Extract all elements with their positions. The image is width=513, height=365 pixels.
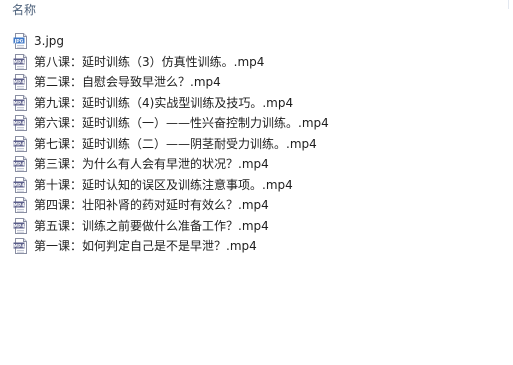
mp4-file-icon: MP4 (13, 94, 29, 111)
name-column-header[interactable]: 名称 (12, 3, 36, 18)
file-list: JPG 3.jpg MP4 第八课：延时训练（3）仿真性训练。.mp4 MP4 第二课：自… (0, 31, 513, 257)
column-header-bar: 名称 (0, 0, 513, 22)
mp4-file-icon: MP4 (13, 135, 29, 152)
file-name: 第二课：自慰会导致早泄么？.mp4 (34, 75, 221, 90)
file-row[interactable]: MP4 第四课：壮阳补肾的药对延时有效么？.mp4 (0, 195, 513, 216)
mp4-file-icon: MP4 (13, 217, 29, 234)
file-name: 第五课：训练之前要做什么准备工作？.mp4 (34, 218, 269, 233)
file-name: 3.jpg (34, 34, 65, 49)
mp4-file-icon: MP4 (13, 74, 29, 91)
file-row[interactable]: MP4 第五课：训练之前要做什么准备工作？.mp4 (0, 216, 513, 237)
mp4-file-icon: MP4 (13, 197, 29, 214)
mp4-file-icon: MP4 (13, 238, 29, 255)
svg-text:MP4: MP4 (13, 182, 24, 188)
svg-text:MP4: MP4 (13, 203, 24, 209)
file-row[interactable]: MP4 第七课：延时训练（二）——阴茎耐受力训练。.mp4 (0, 134, 513, 155)
mp4-file-icon: MP4 (13, 176, 29, 193)
file-row[interactable]: MP4 第十课：延时认知的误区及训练注意事项。.mp4 (0, 175, 513, 196)
mp4-file-icon: MP4 (13, 53, 29, 70)
svg-text:MP4: MP4 (13, 141, 24, 147)
file-name: 第八课：延时训练（3）仿真性训练。.mp4 (34, 54, 265, 69)
file-row[interactable]: MP4 第三课：为什么有人会有早泄的状况？.mp4 (0, 154, 513, 175)
svg-text:MP4: MP4 (13, 100, 24, 106)
svg-text:MP4: MP4 (13, 80, 24, 86)
file-row[interactable]: MP4 第一课：如何判定自己是不是早泄？.mp4 (0, 236, 513, 257)
svg-text:MP4: MP4 (13, 223, 24, 229)
mp4-file-icon: MP4 (13, 156, 29, 173)
file-name: 第十课：延时认知的误区及训练注意事项。.mp4 (34, 177, 293, 192)
file-name: 第四课：壮阳补肾的药对延时有效么？.mp4 (34, 198, 269, 213)
column-divider[interactable] (508, 0, 509, 9)
file-row[interactable]: MP4 第九课：延时训练（4)实战型训练及技巧。.mp4 (0, 93, 513, 114)
svg-text:MP4: MP4 (13, 59, 24, 65)
file-row[interactable]: MP4 第六课：延时训练（一）——性兴奋控制力训练。.mp4 (0, 113, 513, 134)
svg-text:MP4: MP4 (13, 162, 24, 168)
svg-text:MP4: MP4 (13, 121, 24, 127)
svg-text:JPG: JPG (14, 39, 24, 45)
file-explorer-window: 名称 JPG 3.jpg MP4 第八课：延时训练（3）仿真性训练。.mp4 MP4 第二… (0, 0, 513, 365)
file-name: 第三课：为什么有人会有早泄的状况？.mp4 (34, 157, 269, 172)
svg-text:MP4: MP4 (13, 244, 24, 250)
jpg-file-icon: JPG (13, 33, 29, 50)
file-row[interactable]: MP4 第二课：自慰会导致早泄么？.mp4 (0, 72, 513, 93)
file-name: 第九课：延时训练（4)实战型训练及技巧。.mp4 (34, 95, 294, 110)
file-row[interactable]: JPG 3.jpg (0, 31, 513, 52)
file-row[interactable]: MP4 第八课：延时训练（3）仿真性训练。.mp4 (0, 52, 513, 73)
mp4-file-icon: MP4 (13, 115, 29, 132)
file-name: 第一课：如何判定自己是不是早泄？.mp4 (34, 239, 257, 254)
file-name: 第六课：延时训练（一）——性兴奋控制力训练。.mp4 (34, 116, 329, 131)
file-name: 第七课：延时训练（二）——阴茎耐受力训练。.mp4 (34, 136, 317, 151)
